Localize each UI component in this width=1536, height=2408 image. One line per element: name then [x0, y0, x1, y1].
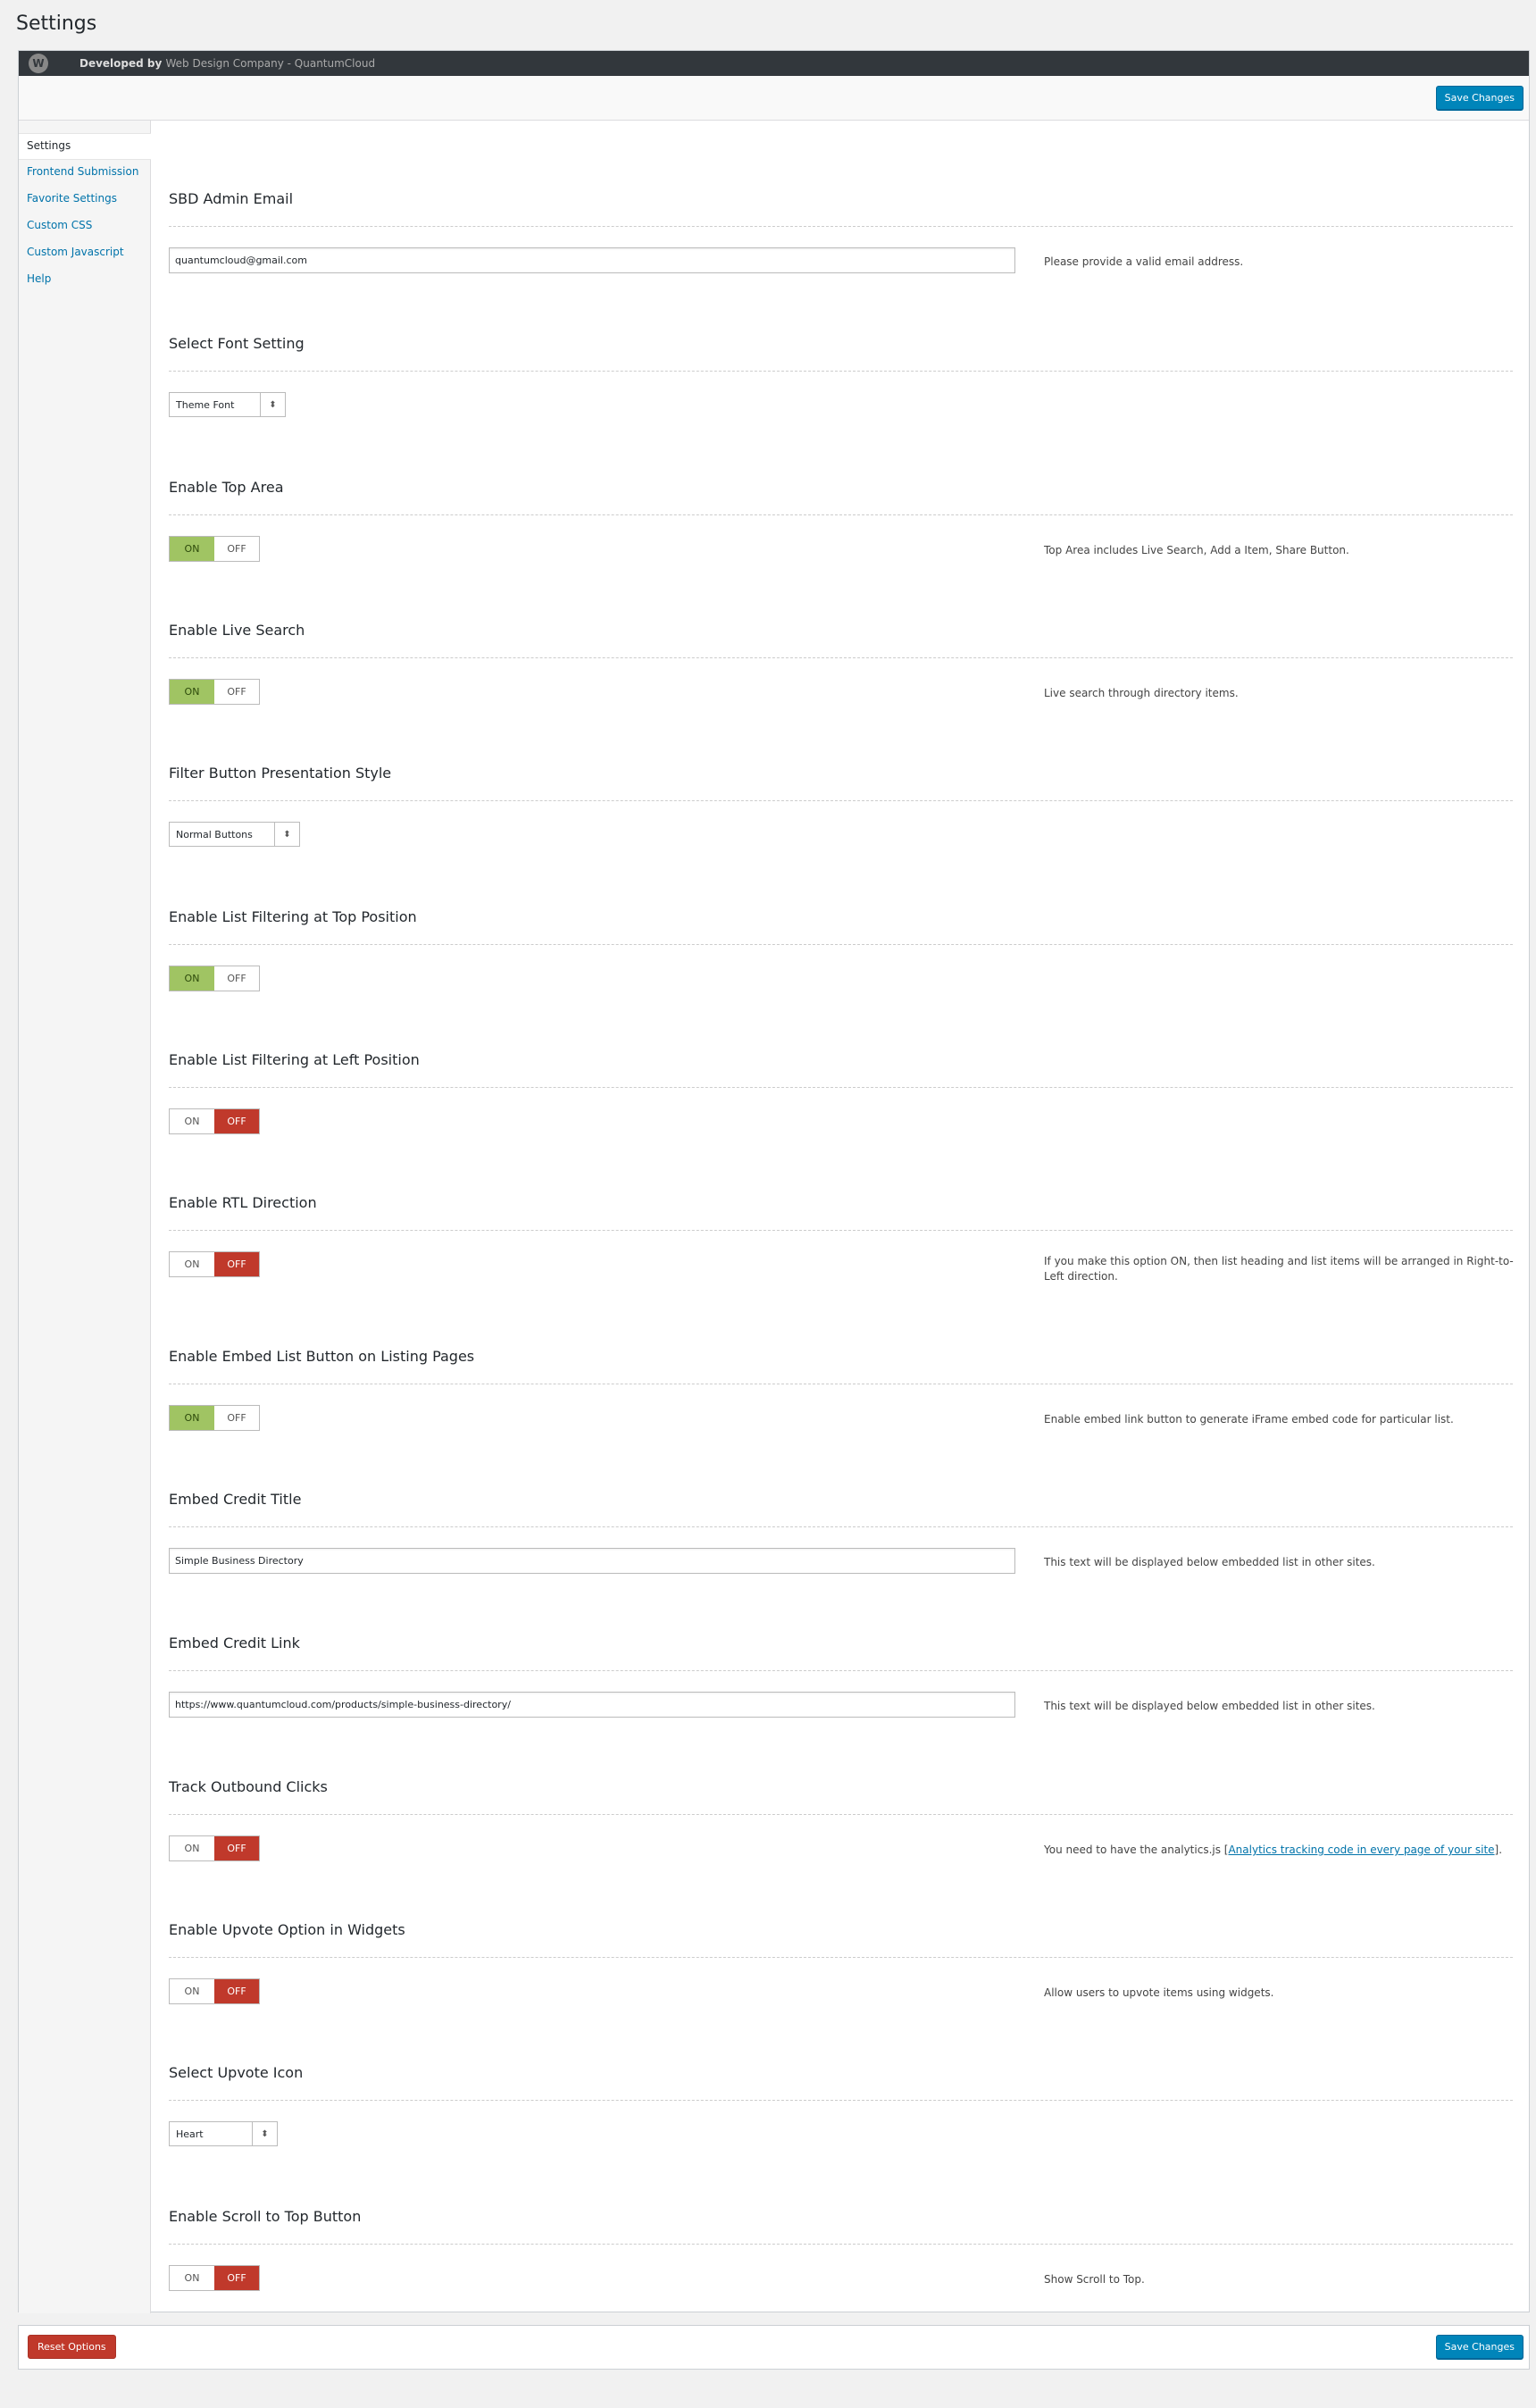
- upvote-icon-select[interactable]: Heart ⬍: [169, 2121, 278, 2146]
- toggle-on[interactable]: ON: [170, 680, 214, 704]
- footer-bar: Reset Options Save Changes: [18, 2325, 1530, 2370]
- developer-name: Web Design Company - QuantumCloud: [165, 57, 376, 70]
- live-search-toggle[interactable]: ON OFF: [169, 679, 260, 705]
- section-title: Enable List Filtering at Left Position: [169, 1051, 420, 1068]
- filter-left-toggle[interactable]: ON OFF: [169, 1108, 260, 1134]
- tab-frontend-submission[interactable]: Frontend Submission: [19, 160, 150, 187]
- toggle-off[interactable]: OFF: [214, 537, 259, 561]
- tab-favorite-settings[interactable]: Favorite Settings: [19, 187, 150, 213]
- section-title: Enable Upvote Option in Widgets: [169, 1921, 405, 1938]
- section-title: Enable Live Search: [169, 622, 305, 639]
- section-title: Track Outbound Clicks: [169, 1778, 328, 1795]
- embed-title-input[interactable]: Simple Business Directory: [169, 1548, 1015, 1574]
- top-area-desc: Top Area includes Live Search, Add a Ite…: [1044, 544, 1349, 556]
- scroll-top-toggle[interactable]: ON OFF: [169, 2265, 260, 2291]
- embed-button-desc: Enable embed link button to generate iFr…: [1044, 1413, 1454, 1426]
- section-title: Select Upvote Icon: [169, 2064, 304, 2081]
- tab-settings[interactable]: Settings: [19, 133, 151, 160]
- toggle-on[interactable]: ON: [170, 1109, 214, 1133]
- section-title: Embed Credit Link: [169, 1635, 300, 1651]
- toggle-off[interactable]: OFF: [214, 1252, 259, 1276]
- developer-bar: W Developed by Web Design Company - Quan…: [19, 51, 1529, 76]
- chevron-updown-icon: ⬍: [252, 2122, 277, 2145]
- rtl-desc: If you make this option ON, then list he…: [1044, 1255, 1514, 1283]
- section-title: Select Font Setting: [169, 335, 305, 352]
- save-changes-button-top[interactable]: Save Changes: [1435, 86, 1523, 110]
- track-clicks-desc: You need to have the analytics.js [Analy…: [1044, 1844, 1503, 1856]
- upvote-widgets-toggle[interactable]: ON OFF: [169, 1978, 260, 2004]
- filter-style-select[interactable]: Normal Buttons ⬍: [169, 822, 300, 847]
- toggle-on[interactable]: ON: [170, 537, 214, 561]
- admin-email-desc: Please provide a valid email address.: [1044, 255, 1244, 268]
- filter-top-toggle[interactable]: ON OFF: [169, 966, 260, 991]
- toggle-on[interactable]: ON: [170, 1406, 214, 1430]
- wordpress-icon: W: [29, 54, 48, 73]
- settings-panel: W Developed by Web Design Company - Quan…: [18, 50, 1530, 2313]
- upvote-widgets-desc: Allow users to upvote items using widget…: [1044, 1986, 1274, 1999]
- toggle-off[interactable]: OFF: [214, 1836, 259, 1860]
- toggle-on[interactable]: ON: [170, 1252, 214, 1276]
- top-area-toggle[interactable]: ON OFF: [169, 536, 260, 562]
- toggle-off[interactable]: OFF: [214, 2266, 259, 2290]
- section-title: Embed Credit Title: [169, 1491, 302, 1508]
- chevron-updown-icon: ⬍: [260, 393, 285, 416]
- toggle-off[interactable]: OFF: [214, 1979, 259, 2003]
- toggle-on[interactable]: ON: [170, 1979, 214, 2003]
- settings-sidebar: Settings Frontend Submission Favorite Se…: [19, 121, 151, 2313]
- rtl-toggle[interactable]: ON OFF: [169, 1251, 260, 1277]
- page-title: Settings: [16, 13, 97, 35]
- section-title: Enable Embed List Button on Listing Page…: [169, 1348, 475, 1365]
- toggle-off[interactable]: OFF: [214, 680, 259, 704]
- embed-link-desc: This text will be displayed below embedd…: [1044, 1700, 1375, 1712]
- settings-content: SBD Admin Email quantumcloud@gmail.com P…: [151, 121, 1529, 2312]
- top-toolbar: Save Changes: [19, 76, 1529, 121]
- live-search-desc: Live search through directory items.: [1044, 687, 1239, 699]
- embed-button-toggle[interactable]: ON OFF: [169, 1405, 260, 1431]
- toggle-off[interactable]: OFF: [214, 1109, 259, 1133]
- admin-email-input[interactable]: quantumcloud@gmail.com: [169, 247, 1015, 273]
- save-changes-button-bottom[interactable]: Save Changes: [1435, 2335, 1523, 2359]
- chevron-updown-icon: ⬍: [274, 823, 299, 846]
- section-title: Enable List Filtering at Top Position: [169, 908, 417, 925]
- scroll-top-desc: Show Scroll to Top.: [1044, 2273, 1145, 2286]
- track-clicks-toggle[interactable]: ON OFF: [169, 1835, 260, 1861]
- toggle-on[interactable]: ON: [170, 2266, 214, 2290]
- section-title: Enable Scroll to Top Button: [169, 2208, 362, 2225]
- tab-custom-javascript[interactable]: Custom Javascript: [19, 240, 150, 267]
- toggle-on[interactable]: ON: [170, 1836, 214, 1860]
- reset-options-button[interactable]: Reset Options: [28, 2335, 116, 2359]
- embed-title-desc: This text will be displayed below embedd…: [1044, 1556, 1375, 1568]
- section-title: Enable RTL Direction: [169, 1194, 317, 1211]
- font-select[interactable]: Theme Font ⬍: [169, 392, 286, 417]
- tab-help[interactable]: Help: [19, 267, 150, 294]
- toggle-off[interactable]: OFF: [214, 1406, 259, 1430]
- tab-custom-css[interactable]: Custom CSS: [19, 213, 150, 240]
- analytics-link[interactable]: Analytics tracking code in every page of…: [1228, 1844, 1494, 1856]
- developed-by-label: Developed by: [79, 57, 163, 70]
- section-title: Filter Button Presentation Style: [169, 765, 392, 782]
- embed-link-input[interactable]: https://www.quantumcloud.com/products/si…: [169, 1692, 1015, 1718]
- toggle-on[interactable]: ON: [170, 966, 214, 991]
- section-title: Enable Top Area: [169, 479, 284, 496]
- toggle-off[interactable]: OFF: [214, 966, 259, 991]
- section-title: SBD Admin Email: [169, 190, 294, 207]
